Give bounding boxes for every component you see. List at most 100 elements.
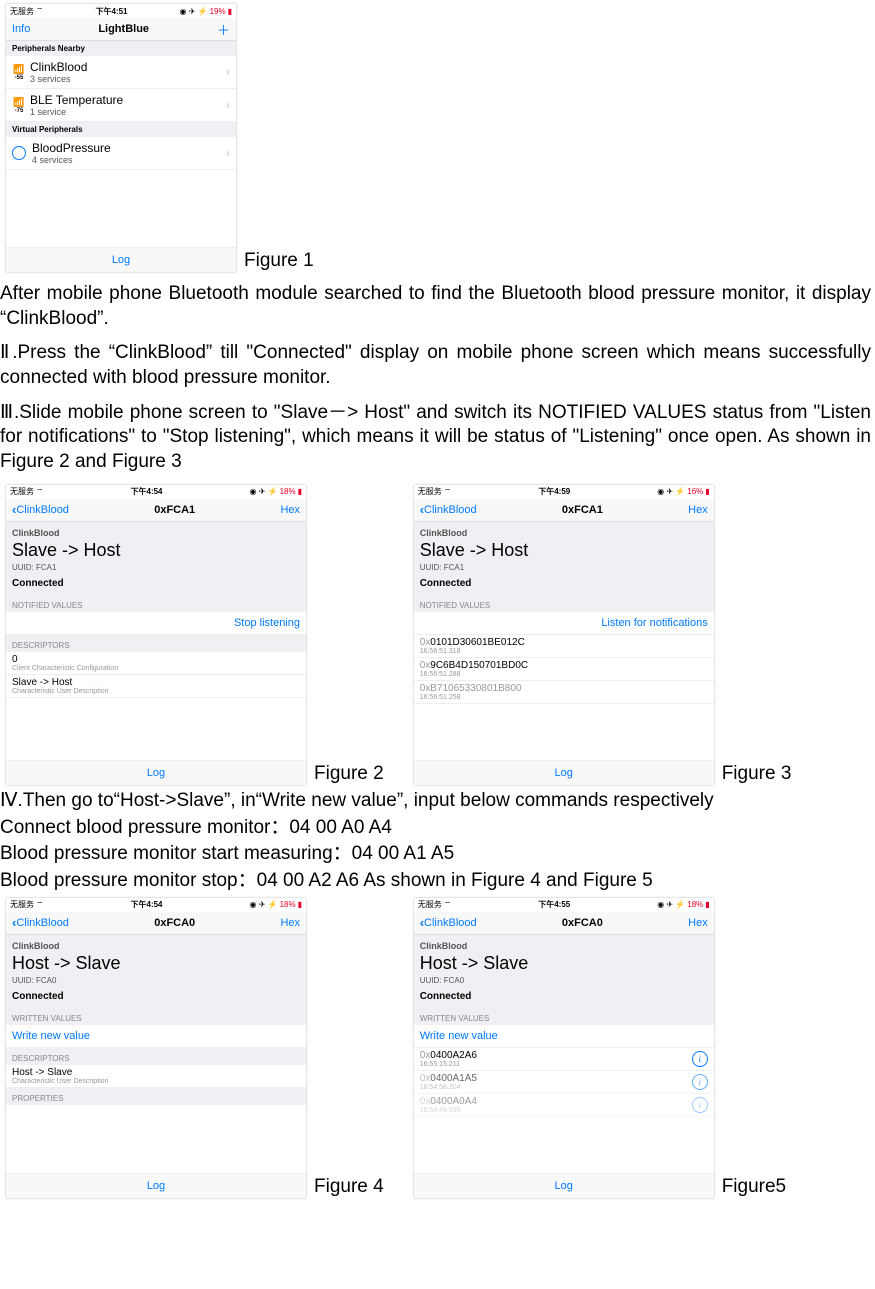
nav-bar: ‹ClinkBlood 0xFCA1 Hex — [414, 499, 714, 522]
log-link[interactable]: Log — [6, 247, 236, 272]
back-button[interactable]: ‹ClinkBlood — [12, 915, 69, 930]
status-icons: ◉ ✈ ⚡ — [657, 900, 685, 909]
detail-header: ClinkBlood Host -> Slave UUID: FCA0 Conn… — [6, 935, 306, 1008]
ring-icon — [12, 146, 26, 160]
uuid-label: UUID: FCA0 — [420, 976, 708, 985]
log-link[interactable]: Log — [414, 1173, 714, 1198]
wifi-icon: ⌔ — [444, 487, 452, 497]
descriptor-row: Host -> SlaveCharacteristic User Descrip… — [6, 1065, 306, 1088]
hex-button[interactable]: Hex — [280, 917, 300, 929]
timestamp: 16:55:15.211 — [420, 1061, 692, 1068]
timestamp: 16:54:58.204 — [420, 1084, 692, 1091]
section-peripherals-nearby: Peripherals Nearby — [6, 41, 236, 56]
paragraph-6: Blood pressure monitor start measuring：0… — [0, 842, 871, 867]
log-link[interactable]: Log — [6, 1173, 306, 1198]
figure-3-label: Figure 3 — [722, 763, 792, 785]
section-descriptors: DESCRIPTORS — [6, 635, 306, 652]
status-bar: 无服务 ⌔ 下午4:51 ◉ ✈ ⚡ 19%▮ — [6, 4, 236, 18]
chevron-right-icon: › — [226, 98, 230, 112]
carrier-text: 无服务 — [10, 899, 34, 910]
hex-value: 0xB71065330801B800 — [420, 683, 708, 694]
status-icons: ◉ ✈ ⚡ — [657, 487, 685, 496]
device-label: ClinkBlood — [12, 528, 300, 538]
signal-icon: 📶 — [13, 64, 24, 74]
value-row[interactable]: 0x0400A0A416:54:49.595i — [414, 1094, 714, 1117]
value-row[interactable]: 0x0400A1A516:54:58.204i — [414, 1071, 714, 1094]
info-icon[interactable]: i — [692, 1074, 708, 1090]
device-label: ClinkBlood — [420, 528, 708, 538]
device-label: ClinkBlood — [420, 941, 708, 951]
peripheral-sub: 1 service — [30, 107, 226, 117]
add-button[interactable]: ＋ — [217, 20, 230, 39]
stop-listening-link[interactable]: Stop listening — [6, 612, 306, 635]
back-label: ClinkBlood — [424, 504, 477, 516]
status-time: 下午4:55 — [538, 899, 570, 910]
rssi-text: -75 — [12, 108, 26, 114]
section-written-values: WRITTEN VALUES — [414, 1008, 714, 1025]
status-time: 下午4:54 — [131, 486, 163, 497]
hex-button[interactable]: Hex — [280, 504, 300, 516]
hex-button[interactable]: Hex — [688, 504, 708, 516]
info-button[interactable]: Info — [12, 23, 30, 35]
back-button[interactable]: ‹ClinkBlood — [420, 915, 477, 930]
figure-2-screenshot: 无服务 ⌔ 下午4:54 ◉ ✈ ⚡ 18%▮ ‹ClinkBlood 0xFC… — [6, 485, 306, 785]
rssi-text: -55 — [12, 75, 26, 81]
descriptor-row: Slave -> HostCharacteristic User Descrip… — [6, 675, 306, 698]
back-button[interactable]: ‹ClinkBlood — [12, 502, 69, 517]
battery-text: 18% — [687, 900, 703, 909]
peripheral-bloodpressure[interactable]: BloodPressure4 services › — [6, 137, 236, 170]
wifi-icon: ⌔ — [36, 6, 44, 16]
timestamp: 16:54:49.595 — [420, 1107, 692, 1114]
log-link[interactable]: Log — [414, 760, 714, 785]
battery-text: 16% — [687, 487, 703, 496]
hex-value: 0x0400A0A4 — [420, 1096, 692, 1107]
status-bar: 无服务 ⌔ 下午4:55 ◉ ✈ ⚡ 18%▮ — [414, 898, 714, 912]
battery-icon: ▮ — [705, 900, 709, 909]
write-new-value-link[interactable]: Write new value — [414, 1025, 714, 1048]
nav-title: LightBlue — [98, 23, 149, 35]
characteristic-title: Slave -> Host — [12, 540, 300, 561]
value-row[interactable]: 0x0400A2A616:55:15.211i — [414, 1048, 714, 1071]
timestamp: 16:56:51.318 — [420, 648, 708, 655]
paragraph-2: Ⅱ.Press the “ClinkBlood” till "Connected… — [0, 341, 871, 390]
paragraph-4: Ⅳ.Then go to“Host->Slave”, in“Write new … — [0, 789, 871, 814]
write-new-value-link[interactable]: Write new value — [6, 1025, 306, 1048]
connection-status: Connected — [12, 991, 300, 1002]
section-properties: PROPERTIES — [6, 1088, 306, 1105]
listen-notifications-link[interactable]: Listen for notifications — [414, 612, 714, 635]
battery-icon: ▮ — [705, 487, 709, 496]
status-time: 下午4:54 — [131, 899, 163, 910]
battery-icon: ▮ — [228, 7, 232, 16]
hex-value: 0x0101D30601BE012C — [420, 637, 708, 648]
figure-4-label: Figure 4 — [314, 1176, 384, 1198]
value-row: 0x9C6B4D150701BD0C16:56:51.288 — [414, 658, 714, 681]
peripheral-sub: 4 services — [32, 155, 226, 165]
nav-title: 0xFCA1 — [562, 504, 603, 516]
battery-text: 19% — [210, 7, 226, 16]
signal-icon: 📶 — [13, 97, 24, 107]
status-time: 下午4:59 — [538, 486, 570, 497]
chevron-right-icon: › — [226, 65, 230, 79]
paragraph-7: Blood pressure monitor stop：04 00 A2 A6 … — [0, 869, 871, 894]
info-icon[interactable]: i — [692, 1051, 708, 1067]
characteristic-title: Host -> Slave — [12, 953, 300, 974]
paragraph-5: Connect blood pressure monitor：04 00 A0 … — [0, 816, 871, 841]
battery-text: 18% — [280, 487, 296, 496]
nav-bar: ‹ClinkBlood 0xFCA1 Hex — [6, 499, 306, 522]
log-link[interactable]: Log — [6, 760, 306, 785]
info-icon[interactable]: i — [692, 1097, 708, 1113]
carrier-text: 无服务 — [418, 486, 442, 497]
battery-text: 18% — [280, 900, 296, 909]
chevron-right-icon: › — [226, 146, 230, 160]
back-button[interactable]: ‹ClinkBlood — [420, 502, 477, 517]
peripheral-name: BLE Temperature — [30, 93, 226, 107]
nav-bar: ‹ClinkBlood 0xFCA0 Hex — [414, 912, 714, 935]
figure-5-screenshot: 无服务 ⌔ 下午4:55 ◉ ✈ ⚡ 18%▮ ‹ClinkBlood 0xFC… — [414, 898, 714, 1198]
hex-value: 0x9C6B4D150701BD0C — [420, 660, 708, 671]
status-bar: 无服务 ⌔ 下午4:54 ◉ ✈ ⚡ 18%▮ — [6, 485, 306, 499]
peripheral-ble-temperature[interactable]: 📶-75 BLE Temperature1 service › — [6, 89, 236, 122]
hex-button[interactable]: Hex — [688, 917, 708, 929]
peripheral-clinkblood[interactable]: 📶-55 ClinkBlood3 services › — [6, 56, 236, 89]
status-time: 下午4:51 — [96, 6, 128, 17]
nav-title: 0xFCA0 — [562, 917, 603, 929]
